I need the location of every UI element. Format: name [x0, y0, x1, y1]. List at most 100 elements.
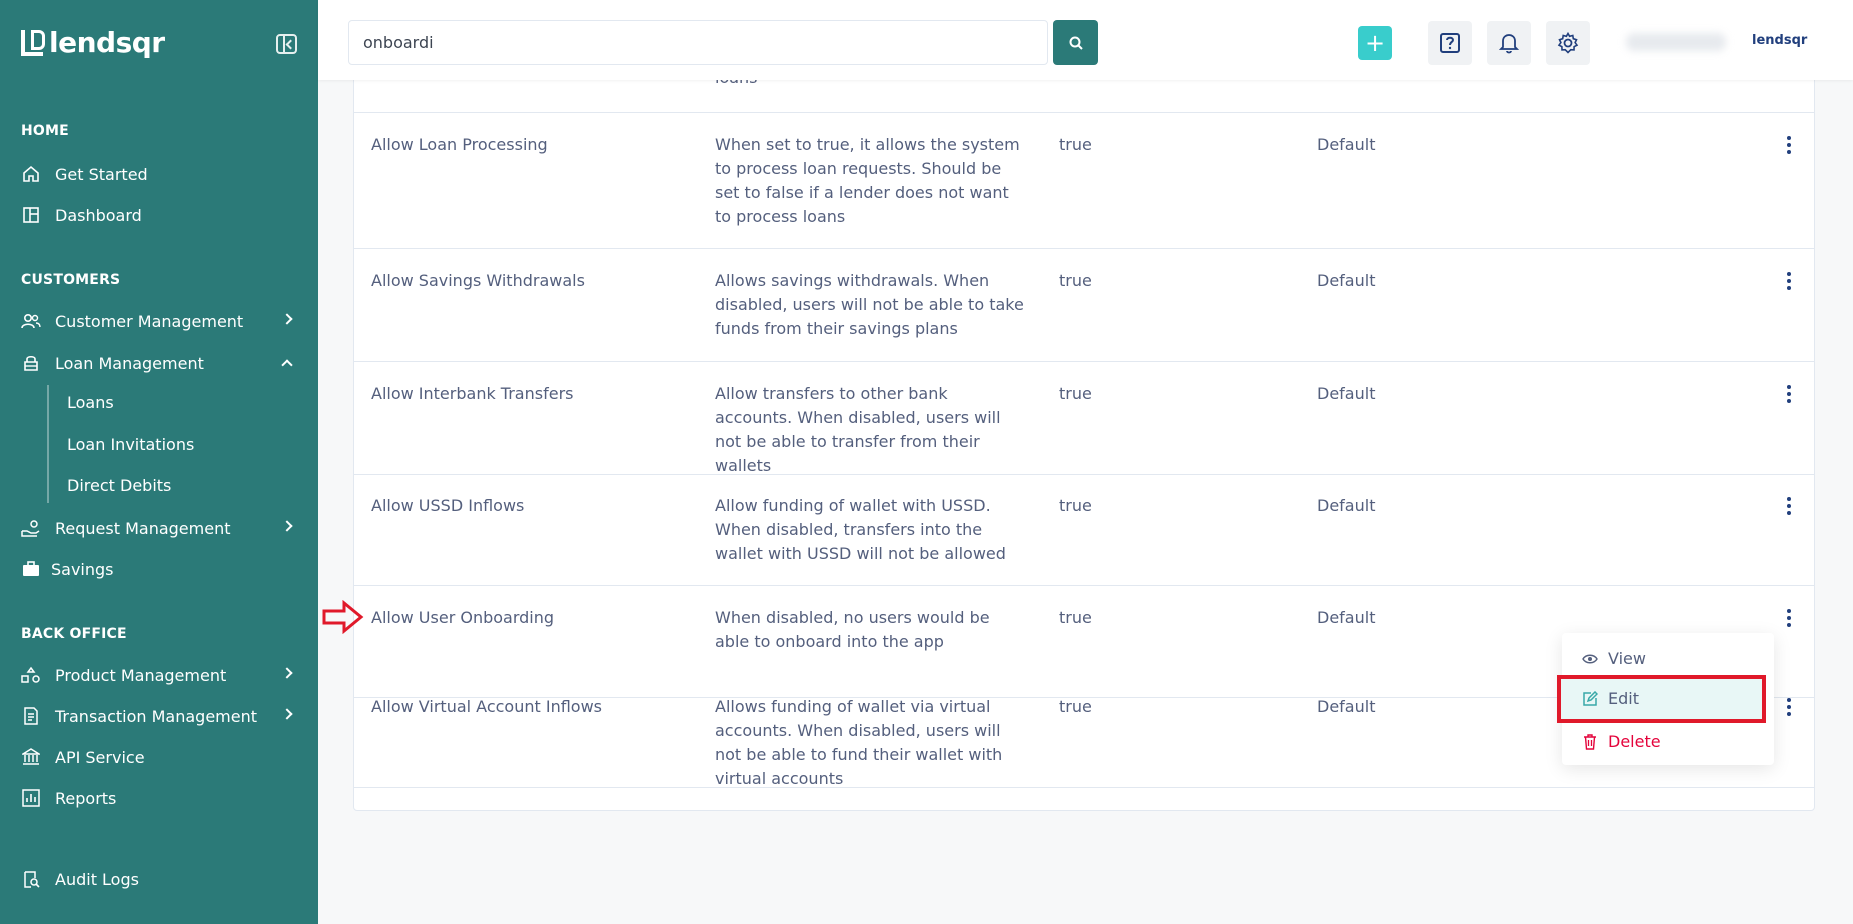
help-icon [1440, 33, 1460, 53]
type-cell: Default [1317, 697, 1376, 716]
notifications-button[interactable] [1487, 21, 1531, 65]
sidebar-item-loans[interactable]: Loans [67, 393, 114, 412]
eye-icon [1582, 651, 1598, 667]
sidebar-item-audit-logs[interactable]: Audit Logs [21, 864, 301, 894]
sidebar-item-label: Get Started [55, 164, 148, 184]
table-row [354, 788, 1814, 810]
gear-icon [1557, 32, 1579, 54]
description-cell: When disabled, no users would be able to… [715, 608, 990, 651]
value-cell: true [1059, 271, 1092, 290]
sidebar-item-label: Loan Management [55, 353, 204, 373]
sidebar-item-loan-invitations[interactable]: Loan Invitations [67, 435, 194, 454]
chevron-up-icon [281, 359, 293, 371]
description-cell: Allow transfers to other bank accounts. … [715, 384, 1001, 475]
kebab-icon [1787, 385, 1791, 389]
row-actions-button[interactable] [1779, 606, 1799, 630]
logo-icon [21, 29, 45, 56]
sidebar-item-loan-management[interactable]: Loan Management [21, 348, 301, 378]
sidebar: lendsqr HOME Get Started Dashboard CUSTO… [0, 0, 318, 924]
edit-icon [1582, 690, 1598, 707]
sidebar-item-label: Transaction Management [55, 706, 258, 726]
sidebar-item-savings[interactable]: Savings [21, 554, 301, 584]
name-cell: Allow USSD Inflows [371, 496, 525, 515]
row-actions-button[interactable] [1779, 269, 1799, 293]
description-cell: Allows savings withdrawals. When disable… [715, 271, 1024, 338]
bell-icon [1499, 34, 1519, 54]
chevron-right-icon [281, 520, 293, 532]
sidebar-item-transaction-management[interactable]: Transaction Management [21, 701, 301, 731]
sidebar-item-request-management[interactable]: Request Management [21, 513, 301, 543]
chevron-right-icon [281, 708, 293, 720]
type-cell: Default [1317, 271, 1376, 290]
collapse-sidebar-icon[interactable] [276, 34, 297, 54]
kebab-icon [1787, 698, 1791, 702]
briefcase-icon [21, 559, 41, 579]
menu-item-view[interactable]: View [1582, 649, 1646, 668]
name-cell: Allow Loan Processing [371, 135, 548, 154]
type-cell: Default [1317, 135, 1376, 154]
sidebar-item-reports[interactable]: Reports [21, 783, 301, 813]
sidebar-item-label: Audit Logs [55, 869, 139, 889]
search-button[interactable] [1053, 20, 1098, 65]
table-row [354, 249, 1814, 362]
sidebar-item-label: Dashboard [55, 205, 142, 225]
search-icon [1069, 36, 1083, 50]
sidebar-item-label: Savings [51, 559, 114, 579]
sidebar-item-dashboard[interactable]: Dashboard [21, 200, 301, 230]
plus-icon: + [1364, 29, 1386, 57]
section-back-office: BACK OFFICE [21, 626, 127, 642]
search-input[interactable] [348, 20, 1048, 65]
sidebar-item-direct-debits[interactable]: Direct Debits [67, 476, 171, 495]
submenu-rail [47, 385, 49, 503]
brand-logo[interactable]: lendsqr [21, 26, 165, 59]
value-cell: true [1059, 697, 1092, 716]
description-cell: When set to true, it allows the system t… [715, 135, 1020, 226]
menu-item-delete[interactable]: Delete [1582, 732, 1661, 751]
row-actions-button[interactable] [1779, 695, 1799, 719]
table-row [354, 362, 1814, 475]
add-button[interactable]: + [1358, 26, 1392, 60]
hand-money-icon [21, 518, 41, 538]
section-home: HOME [21, 123, 69, 139]
kebab-icon [1787, 609, 1791, 613]
sidebar-item-customer-management[interactable]: Customer Management [21, 306, 301, 336]
menu-item-edit[interactable]: Edit [1557, 675, 1766, 723]
type-cell: Default [1317, 496, 1376, 515]
bank-icon [21, 747, 41, 767]
chevron-right-icon [281, 667, 293, 679]
kebab-icon [1787, 272, 1791, 276]
sidebar-item-label: Request Management [55, 518, 231, 538]
row-actions-button[interactable] [1779, 133, 1799, 157]
users-icon [21, 311, 41, 331]
row-actions-button[interactable] [1779, 494, 1799, 518]
sidebar-item-label: Customer Management [55, 311, 244, 331]
menu-item-edit-content: Edit [1582, 689, 1639, 708]
menu-item-label: Delete [1608, 732, 1661, 751]
home-icon [21, 164, 41, 184]
settings-button[interactable] [1546, 21, 1590, 65]
section-customers: CUSTOMERS [21, 272, 121, 288]
sidebar-item-get-started[interactable]: Get Started [21, 159, 301, 189]
value-cell: true [1059, 608, 1092, 627]
help-button[interactable] [1428, 21, 1472, 65]
org-logo: lendsqr [1752, 33, 1808, 48]
kebab-icon [1787, 136, 1791, 140]
transaction-icon [21, 706, 41, 726]
user-menu[interactable] [1626, 33, 1726, 51]
sidebar-item-api-service[interactable]: API Service [21, 742, 301, 772]
trash-icon [1582, 733, 1598, 750]
table-row [354, 475, 1814, 586]
row-actions-button[interactable] [1779, 382, 1799, 406]
name-cell: Allow Savings Withdrawals [371, 271, 585, 290]
sidebar-item-product-management[interactable]: Product Management [21, 660, 301, 690]
sidebar-item-label: Reports [55, 788, 117, 808]
top-header: + lendsqr [318, 0, 1853, 80]
sidebar-item-label: Product Management [55, 665, 227, 685]
value-cell: true [1059, 384, 1092, 403]
menu-item-label: View [1608, 649, 1646, 668]
description-cell: Allow funding of wallet with USSD. When … [715, 496, 1006, 563]
name-cell: Allow Virtual Account Inflows [371, 697, 602, 716]
dashboard-icon [21, 205, 41, 225]
arrow-right-icon [322, 600, 364, 634]
description-cell: Allows funding of wallet via virtual acc… [715, 697, 1003, 788]
